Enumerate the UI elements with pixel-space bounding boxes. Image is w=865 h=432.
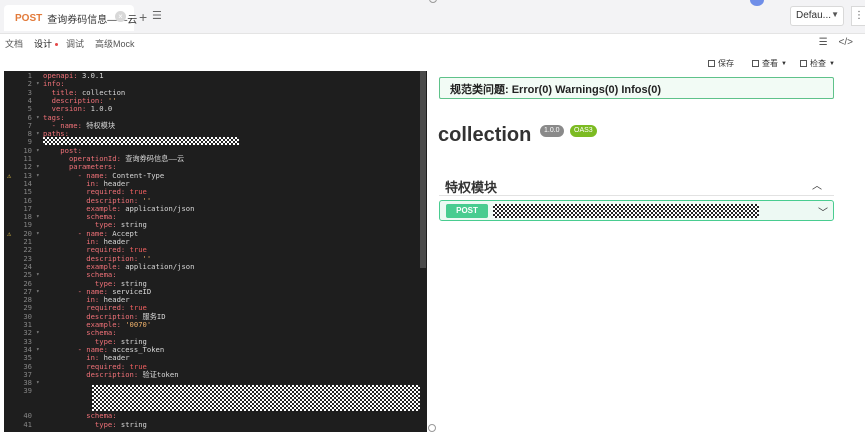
sub-tab-bar: 文档 设计 调试 高级Mock bbox=[0, 34, 865, 88]
fold-icon[interactable]: ▾ bbox=[36, 346, 40, 354]
code-token: 查询券码信息——云 bbox=[125, 154, 185, 163]
environment-value: Defau... bbox=[796, 10, 832, 21]
api-title: collection bbox=[438, 124, 532, 146]
divider bbox=[439, 195, 834, 196]
operation-row[interactable]: POST ﹀ bbox=[439, 200, 834, 221]
check-label: 检查 bbox=[810, 59, 826, 68]
view-button[interactable]: 查看 ▼ bbox=[752, 58, 787, 69]
check-icon bbox=[800, 60, 807, 67]
more-icon[interactable]: ⋮ bbox=[851, 6, 865, 26]
code-token: application/json bbox=[125, 203, 195, 213]
view-label: 查看 bbox=[762, 59, 778, 68]
fold-icon[interactable]: ▾ bbox=[36, 288, 40, 296]
editor-line[interactable] bbox=[4, 396, 427, 404]
fold-icon[interactable]: ▾ bbox=[36, 230, 40, 238]
fold-icon[interactable]: ▾ bbox=[36, 213, 40, 221]
sub-toolbar-icons: ☰ </> bbox=[811, 37, 853, 48]
fold-icon[interactable]: ▾ bbox=[36, 163, 40, 171]
chevron-down-icon: ▼ bbox=[829, 60, 835, 67]
fold-icon[interactable]: ▾ bbox=[36, 271, 40, 279]
editor-line[interactable]: 37 description: 验证token bbox=[4, 369, 427, 379]
code-token: application/json bbox=[125, 261, 195, 271]
spec-badge: OAS3 bbox=[570, 125, 597, 137]
code-token: 1.0.0 bbox=[90, 104, 113, 114]
view-icon bbox=[752, 60, 759, 67]
avatar[interactable] bbox=[750, 0, 764, 6]
warning-icon[interactable]: ⚠ bbox=[7, 230, 11, 238]
save-button[interactable]: 保存 bbox=[708, 58, 734, 69]
code-token: type: bbox=[43, 419, 121, 429]
editor-line[interactable]: 1 openapi: 3.0.1 bbox=[4, 71, 427, 80]
menu-icon[interactable]: ☰ bbox=[819, 37, 828, 48]
redacted-operation-path bbox=[493, 204, 759, 218]
chevron-down-icon: ▼ bbox=[831, 10, 839, 19]
tab-debug[interactable]: 调试 bbox=[66, 37, 84, 50]
code-text: paths: bbox=[43, 129, 69, 139]
code-token: string bbox=[120, 419, 147, 429]
editor-line[interactable]: 39 bbox=[4, 386, 427, 396]
fold-icon[interactable]: ▾ bbox=[36, 379, 40, 387]
editor-line[interactable]: 5 version: 1.0.0 bbox=[4, 104, 427, 114]
editor-line[interactable]: 8 ▾ paths: bbox=[4, 129, 427, 139]
window-indicator bbox=[429, 0, 437, 3]
tab-design[interactable]: 设计 bbox=[34, 37, 59, 50]
editor-toolbar: 保存 查看 ▼ 检查 ▼ bbox=[0, 54, 865, 72]
tab-design-label: 设计 bbox=[34, 39, 53, 49]
modified-dot-icon bbox=[55, 43, 59, 47]
fold-icon[interactable]: ▾ bbox=[36, 130, 40, 138]
line-number: 39 bbox=[23, 386, 32, 396]
editor-line[interactable]: 38 ▾ bbox=[4, 378, 427, 387]
code-icon[interactable]: </> bbox=[839, 37, 853, 48]
chevron-down-icon: ▼ bbox=[781, 60, 787, 67]
lint-banner: 规范类问题: Error(0) Warnings(0) Infos(0) bbox=[439, 77, 834, 99]
save-label: 保存 bbox=[718, 59, 734, 68]
line-number: 41 bbox=[23, 419, 32, 429]
code-text: type: string bbox=[43, 419, 147, 429]
tab-method: POST bbox=[15, 12, 43, 24]
code-text: description: 验证token bbox=[43, 369, 179, 379]
close-icon[interactable]: × bbox=[115, 11, 126, 22]
method-badge: POST bbox=[446, 204, 488, 218]
fold-icon[interactable]: ▾ bbox=[36, 114, 40, 122]
environment-select[interactable]: Defau... ▼ bbox=[790, 6, 844, 26]
add-tab-icon[interactable]: + bbox=[139, 9, 147, 25]
code-token: 特权模块 bbox=[86, 120, 116, 130]
version-badge: 1.0.0 bbox=[540, 125, 564, 137]
tab-advanced-mock[interactable]: 高级Mock bbox=[95, 37, 135, 50]
code-token: '0070' bbox=[125, 320, 152, 329]
warning-icon[interactable]: ⚠ bbox=[7, 172, 11, 180]
tab-list-icon[interactable]: ☰ bbox=[152, 9, 162, 22]
code-token: description: bbox=[43, 369, 143, 379]
chevron-down-icon[interactable]: ﹀ bbox=[818, 204, 828, 219]
resize-handle[interactable] bbox=[428, 424, 436, 432]
editor-line[interactable]: 41 type: string bbox=[4, 419, 427, 429]
chevron-up-icon[interactable]: ︿ bbox=[812, 177, 822, 192]
fold-icon[interactable]: ▾ bbox=[36, 80, 40, 88]
tab-post-query[interactable]: POST 查询券码信息——云 × bbox=[4, 5, 137, 31]
fold-icon[interactable]: ▾ bbox=[36, 172, 40, 180]
tag-section-title[interactable]: 特权模块 bbox=[445, 177, 497, 196]
code-token: 3.0.1 bbox=[81, 71, 104, 80]
fold-icon[interactable]: ▾ bbox=[36, 329, 40, 337]
fold-icon[interactable]: ▾ bbox=[36, 147, 40, 155]
yaml-editor[interactable]: 1 openapi: 3.0.1 2 ▾ info: 3 title: collectio… bbox=[4, 71, 427, 432]
save-icon bbox=[708, 60, 715, 67]
code-token: paths: bbox=[43, 129, 69, 139]
check-button[interactable]: 检查 ▼ bbox=[800, 58, 835, 69]
tab-bar: POST 查询券码信息——云 × + ☰ Defau... ▼ ⋮ bbox=[0, 0, 865, 34]
preview-pane: 规范类问题: Error(0) Warnings(0) Infos(0) col… bbox=[428, 71, 865, 432]
tab-docs[interactable]: 文档 bbox=[5, 37, 23, 50]
code-token: 验证token bbox=[142, 369, 179, 379]
